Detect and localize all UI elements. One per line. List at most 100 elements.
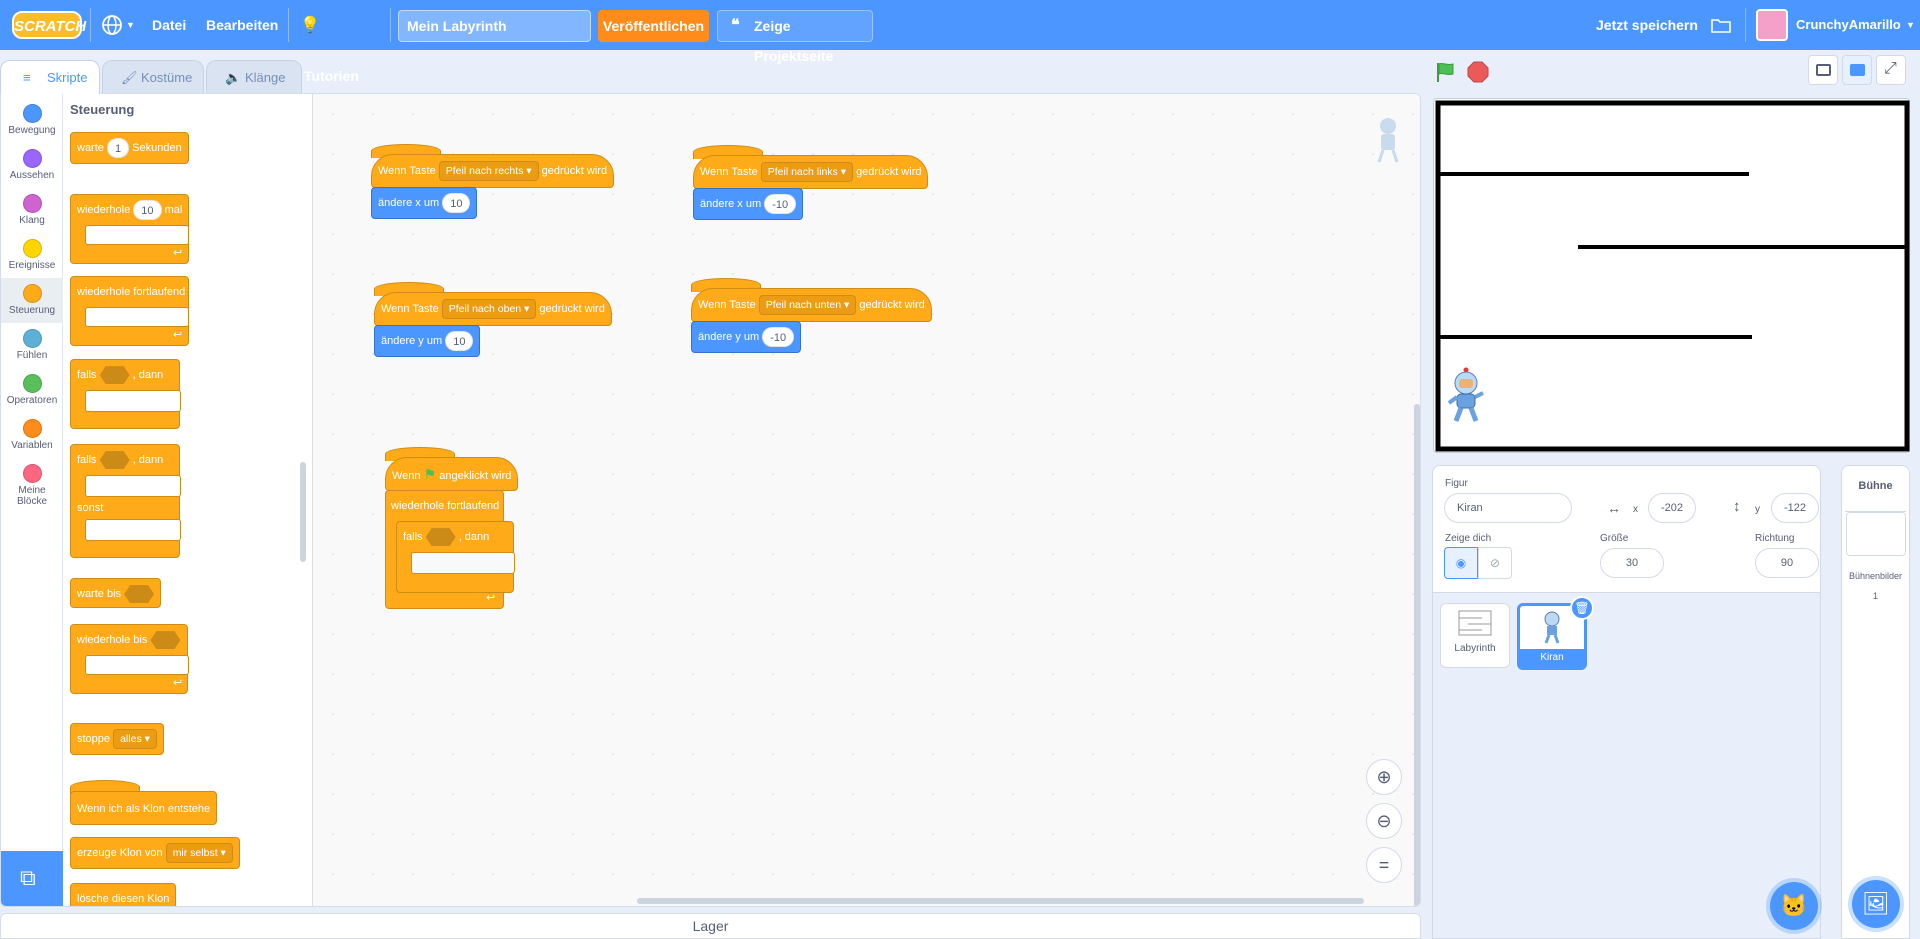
- block-text: ändere x um: [700, 198, 762, 210]
- show-sprite-button[interactable]: ◉: [1444, 547, 1478, 579]
- block-text: gedrückt wird: [539, 303, 605, 315]
- category-motion[interactable]: Bewegung: [1, 98, 63, 143]
- category-control[interactable]: Steuerung: [1, 278, 63, 323]
- size-input[interactable]: 30: [1600, 548, 1664, 578]
- see-project-page-button[interactable]: ❝ Zeige Projektseite: [717, 10, 873, 64]
- category-variables[interactable]: Variablen: [1, 413, 63, 458]
- tab-costumes-label: Kostüme: [141, 70, 193, 85]
- stage-thumbnail[interactable]: [1846, 512, 1906, 556]
- block-change-x[interactable]: ändere x um 10: [371, 187, 478, 219]
- show-label: Zeige dich: [1445, 533, 1492, 544]
- block-when-key-right[interactable]: Wenn Taste Pfeil nach rechts ▾ gedrückt …: [371, 154, 615, 188]
- condition-slot[interactable]: [150, 631, 181, 650]
- value-input[interactable]: -10: [762, 327, 795, 348]
- block-delete-clone[interactable]: lösche diesen Klon: [70, 883, 177, 906]
- stage-selector[interactable]: Bühne Bühnenbilder 1: [1841, 465, 1910, 939]
- backpack[interactable]: Lager: [0, 913, 1421, 939]
- small-stage-button[interactable]: [1808, 55, 1838, 85]
- add-sprite-button[interactable]: 🐱: [1770, 882, 1818, 930]
- direction-input[interactable]: 90: [1755, 548, 1819, 578]
- tab-code[interactable]: ≡ Skripte: [0, 60, 100, 94]
- dropdown-value: Pfeil nach oben: [448, 303, 522, 316]
- block-stop[interactable]: stoppe alles ▾: [70, 723, 164, 755]
- tutorials-menu[interactable]: 💡 Tutorien: [300, 0, 380, 84]
- key-dropdown[interactable]: Pfeil nach unten ▾: [758, 295, 857, 316]
- x-input[interactable]: -202: [1648, 493, 1696, 523]
- palette-scrollbar[interactable]: [300, 462, 306, 562]
- save-now-button[interactable]: Jetzt speichern: [1596, 0, 1698, 50]
- key-dropdown[interactable]: Pfeil nach rechts ▾: [438, 161, 539, 182]
- stop-button[interactable]: [1466, 60, 1490, 84]
- block-change-y[interactable]: ändere y um 10: [374, 325, 481, 357]
- category-looks[interactable]: Aussehen: [1, 143, 63, 188]
- stage[interactable]: [1433, 98, 1910, 453]
- tab-costumes[interactable]: 🖌 Kostüme: [102, 60, 204, 93]
- block-when-key-left[interactable]: Wenn Taste Pfeil nach links ▾ gedrückt w…: [693, 155, 929, 189]
- add-backdrop-button[interactable]: 🖼: [1852, 880, 1900, 928]
- condition-slot[interactable]: [425, 528, 456, 547]
- sprite-thumb-kiran[interactable]: Kiran 🗑: [1517, 596, 1594, 670]
- block-when-flag-clicked[interactable]: Wenn ⚑ angeklickt wird: [385, 457, 519, 491]
- normal-stage-button[interactable]: [1842, 55, 1872, 85]
- account-menu[interactable]: CrunchyAmarillo ▼: [1756, 0, 1916, 50]
- hide-sprite-button[interactable]: ⊘: [1478, 547, 1512, 579]
- delete-sprite-button[interactable]: 🗑: [1570, 596, 1594, 620]
- language-menu[interactable]: ▼: [101, 0, 137, 50]
- kiran-sprite[interactable]: [1446, 367, 1486, 425]
- category-my-blocks[interactable]: Meine Blöcke: [1, 458, 63, 512]
- key-dropdown[interactable]: Pfeil nach links ▾: [760, 162, 853, 183]
- block-wait-until[interactable]: warte bis: [70, 578, 162, 608]
- block-if-then[interactable]: falls , dann: [70, 359, 181, 429]
- trash-icon: 🗑: [1574, 601, 1590, 615]
- zoom-in-button[interactable]: ⊕: [1366, 759, 1402, 795]
- block-forever[interactable]: wiederhole fortlaufend ↩: [70, 276, 189, 346]
- value-input[interactable]: -10: [764, 194, 797, 215]
- green-flag-icon: ⚑: [423, 466, 437, 482]
- workspace-vscrollbar[interactable]: [1414, 404, 1420, 906]
- category-sound[interactable]: Klang: [1, 188, 63, 233]
- block-repeat[interactable]: wiederhole 10 mal ↩: [70, 194, 189, 264]
- block-when-clone[interactable]: Wenn ich als Klon entstehe: [70, 791, 218, 825]
- edit-menu[interactable]: Bearbeiten: [206, 0, 278, 50]
- green-flag-button[interactable]: [1434, 60, 1458, 84]
- zoom-reset-button[interactable]: =: [1366, 847, 1402, 883]
- file-menu[interactable]: Datei: [152, 0, 186, 50]
- block-if-else[interactable]: falls , dann sonst: [70, 444, 181, 558]
- block-wait[interactable]: warte 1 Sekunden: [70, 132, 189, 164]
- condition-slot[interactable]: [99, 366, 130, 385]
- add-extension-button[interactable]: ⧉: [1, 851, 63, 906]
- stop-dropdown[interactable]: alles ▾: [113, 729, 157, 750]
- sprite-thumb-labyrinth[interactable]: Labyrinth: [1440, 603, 1510, 668]
- block-palette: Steuerung warte 1 Sekunden wiederhole 10…: [63, 94, 313, 906]
- project-title-input[interactable]: Mein Labyrinth: [398, 10, 591, 42]
- sprite-name-input[interactable]: Kiran: [1444, 493, 1572, 523]
- script-workspace[interactable]: Wenn Taste Pfeil nach rechts ▾ gedrückt …: [313, 94, 1420, 906]
- scratch-logo[interactable]: SCRATCH: [12, 11, 86, 39]
- condition-slot[interactable]: [124, 585, 155, 604]
- publish-button[interactable]: Veröffentlichen: [598, 10, 709, 42]
- wait-input[interactable]: 1: [106, 138, 130, 159]
- value-input[interactable]: 10: [445, 331, 474, 352]
- key-dropdown[interactable]: Pfeil nach oben ▾: [441, 299, 537, 320]
- value-input[interactable]: 10: [442, 193, 471, 214]
- fullscreen-button[interactable]: ⤢: [1876, 55, 1906, 85]
- block-when-key-up[interactable]: Wenn Taste Pfeil nach oben ▾ gedrückt wi…: [374, 292, 612, 326]
- block-if-then[interactable]: falls , dann: [396, 521, 515, 593]
- zoom-out-button[interactable]: ⊖: [1366, 803, 1402, 839]
- tab-sounds[interactable]: 🔈 Klänge: [206, 60, 302, 93]
- clone-dropdown[interactable]: mir selbst ▾: [165, 843, 233, 864]
- repeat-input[interactable]: 10: [133, 200, 162, 221]
- block-change-y[interactable]: ändere y um -10: [691, 321, 802, 353]
- category-sensing[interactable]: Fühlen: [1, 323, 63, 368]
- y-input[interactable]: -122: [1771, 493, 1819, 523]
- workspace-hscrollbar[interactable]: [637, 898, 1364, 904]
- block-repeat-until[interactable]: wiederhole bis ↩: [70, 624, 189, 694]
- category-operators[interactable]: Operatoren: [1, 368, 63, 413]
- my-stuff-button[interactable]: [1711, 0, 1731, 50]
- condition-slot[interactable]: [99, 451, 130, 470]
- block-create-clone[interactable]: erzeuge Klon von mir selbst ▾: [70, 837, 240, 869]
- block-change-x[interactable]: ändere x um -10: [693, 188, 804, 220]
- paintbrush-icon: 🖌: [121, 70, 138, 85]
- block-when-key-down[interactable]: Wenn Taste Pfeil nach unten ▾ gedrückt w…: [691, 288, 932, 322]
- category-events[interactable]: Ereignisse: [1, 233, 63, 278]
